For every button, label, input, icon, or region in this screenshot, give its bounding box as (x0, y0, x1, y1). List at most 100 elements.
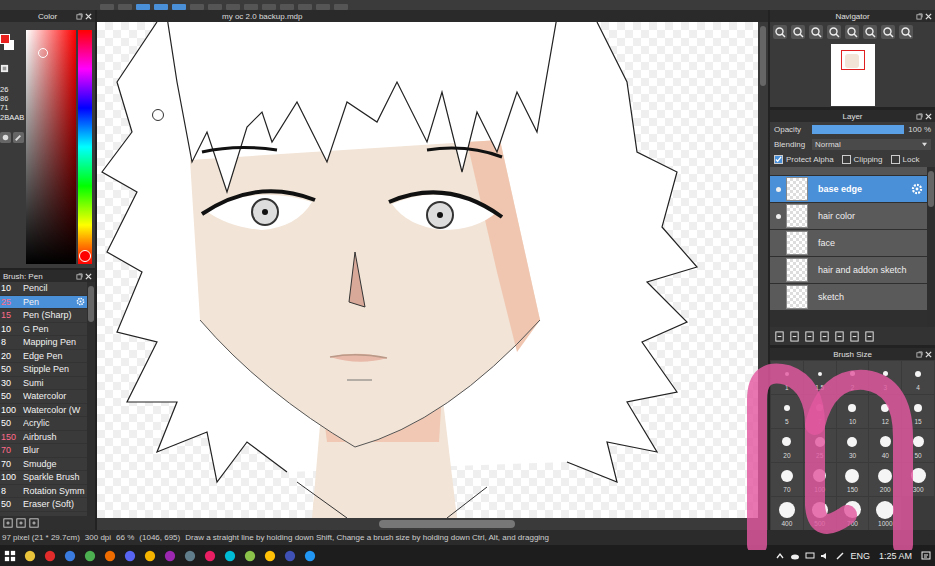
cloud-icon[interactable] (790, 551, 800, 561)
zoom-out-icon[interactable] (791, 25, 805, 39)
brush-item[interactable]: 50Watercolor (0, 390, 87, 404)
actual-size-icon[interactable] (827, 25, 841, 39)
brush-item[interactable]: 50Acrylic (0, 417, 87, 431)
color-value[interactable]: 86 (0, 94, 24, 103)
app-icon[interactable] (104, 550, 116, 562)
reset-icon[interactable] (899, 25, 913, 39)
app-icon[interactable] (244, 550, 256, 562)
brush-item[interactable]: 10Pencil (0, 282, 87, 296)
brush-scrollbar[interactable] (87, 282, 95, 516)
brush-size-option[interactable]: 700 (837, 497, 869, 530)
new-layer-icon[interactable] (774, 331, 785, 342)
layer-item[interactable]: face (770, 230, 927, 256)
layer-option-checkbox[interactable]: Lock (891, 155, 920, 164)
add-layer-icon[interactable] (819, 331, 830, 342)
gear-icon[interactable] (76, 297, 85, 306)
brush-size-option[interactable]: 400 (771, 497, 803, 530)
brush-tool-icon[interactable] (16, 518, 26, 528)
brush-item[interactable]: 8Mapping Pen (0, 336, 87, 350)
color-value[interactable]: 26 (0, 85, 24, 94)
duplicate-icon[interactable] (849, 331, 860, 342)
brush-item[interactable]: 70Smudge (0, 458, 87, 472)
brush-size-option[interactable]: 200 (869, 463, 901, 496)
color-swatches[interactable] (0, 34, 14, 52)
brush-item[interactable]: 100Sparkle Brush (0, 471, 87, 485)
brush-size-option[interactable]: 15 (902, 395, 934, 428)
visibility-toggle[interactable] (770, 214, 786, 219)
brush-item[interactable]: 150Airbrush (0, 431, 87, 445)
app-icon[interactable] (304, 550, 316, 562)
close-icon[interactable] (925, 13, 932, 20)
chevron-up-icon[interactable] (775, 551, 785, 561)
brush-size-option[interactable]: 25 (804, 429, 836, 462)
blending-dropdown[interactable]: Normal (812, 139, 931, 150)
brush-size-option[interactable]: 1000 (869, 497, 901, 530)
clock[interactable]: 1:25 AM (875, 551, 916, 561)
brush-tool-icon[interactable] (3, 518, 13, 528)
layer-item[interactable]: base edge (770, 176, 927, 202)
merge-icon[interactable] (864, 331, 875, 342)
rotate-left-icon[interactable] (845, 25, 859, 39)
app-icon[interactable] (44, 550, 56, 562)
brush-size-option[interactable]: 100 (804, 463, 836, 496)
layer-item[interactable]: hair and addon sketch (770, 257, 927, 283)
undock-icon[interactable] (916, 113, 923, 120)
layer-option-checkbox[interactable]: Clipping (842, 155, 883, 164)
brush-tool-icon[interactable] (29, 518, 39, 528)
app-icon[interactable] (284, 550, 296, 562)
close-icon[interactable] (925, 351, 932, 358)
brush-size-option[interactable]: 50 (902, 429, 934, 462)
layer-item[interactable]: sketch (770, 284, 927, 310)
checkbox[interactable] (774, 155, 783, 164)
palette-icon[interactable] (0, 132, 11, 143)
brush-size-option[interactable]: 30 (837, 429, 869, 462)
undock-icon[interactable] (916, 13, 923, 20)
hue-slider[interactable] (78, 30, 92, 264)
undock-icon[interactable] (76, 13, 83, 20)
new-8bit-icon[interactable] (804, 331, 815, 342)
close-icon[interactable] (925, 113, 932, 120)
layer-option-checkbox[interactable]: Protect Alpha (774, 155, 834, 164)
brush-item[interactable]: 50Stipple Pen (0, 363, 87, 377)
hue-handle[interactable] (79, 250, 91, 262)
checkbox[interactable] (842, 155, 851, 164)
close-icon[interactable] (85, 273, 92, 280)
brush-item[interactable]: 15Pen (Sharp) (0, 309, 87, 323)
input-language[interactable]: ENG (850, 551, 870, 561)
brush-item[interactable]: 100Watercolor (W (0, 404, 87, 418)
app-icon[interactable] (124, 550, 136, 562)
brush-item[interactable]: 50Eraser (Soft) (0, 498, 87, 512)
brush-size-option[interactable]: 500 (804, 497, 836, 530)
brush-size-option[interactable]: 300 (902, 463, 934, 496)
app-icon[interactable] (24, 550, 36, 562)
canvas-horizontal-scrollbar[interactable] (97, 518, 768, 530)
flip-icon[interactable] (881, 25, 895, 39)
hex-value[interactable]: 2BAAB (0, 113, 24, 122)
app-icon[interactable] (144, 550, 156, 562)
network-icon[interactable] (805, 551, 815, 561)
foreground-color-swatch[interactable] (0, 34, 10, 44)
brush-size-option[interactable]: 40 (869, 429, 901, 462)
brush-size-option[interactable]: 5 (771, 395, 803, 428)
brush-item[interactable]: 25Pen (0, 296, 87, 310)
brush-item[interactable]: 70Blur (0, 444, 87, 458)
pen-icon[interactable] (835, 551, 845, 561)
brush-size-option[interactable]: 2 (837, 361, 869, 394)
fit-icon[interactable] (809, 25, 823, 39)
undock-icon[interactable] (76, 273, 83, 280)
undock-icon[interactable] (916, 351, 923, 358)
viewport-rect[interactable] (841, 50, 865, 70)
close-icon[interactable] (85, 13, 92, 20)
brush-size-option[interactable]: 7 (804, 395, 836, 428)
saturation-value-picker[interactable] (26, 30, 76, 264)
brush-size-option[interactable]: 10 (837, 395, 869, 428)
brush-item[interactable]: 20Edge Pen (0, 350, 87, 364)
folder-icon[interactable] (834, 331, 845, 342)
new-halftone-icon[interactable] (789, 331, 800, 342)
app-icon[interactable] (184, 550, 196, 562)
brush-size-option[interactable]: 1.5 (804, 361, 836, 394)
checkbox[interactable] (891, 155, 900, 164)
zoom-in-icon[interactable] (773, 25, 787, 39)
drawing-canvas[interactable] (97, 22, 758, 518)
brush-item[interactable]: 10G Pen (0, 323, 87, 337)
